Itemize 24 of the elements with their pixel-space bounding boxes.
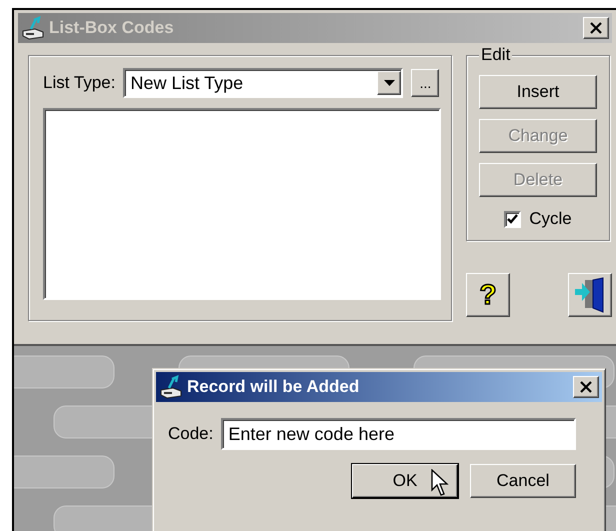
app-icon — [21, 16, 45, 40]
list-type-dropdown[interactable]: New List Type — [123, 68, 404, 98]
close-icon — [580, 381, 592, 393]
app-icon — [159, 375, 183, 399]
browse-button[interactable]: ... — [411, 69, 440, 97]
close-button[interactable] — [583, 17, 609, 39]
exit-button[interactable] — [568, 273, 612, 317]
dropdown-value: New List Type — [130, 72, 244, 94]
mouse-cursor-icon — [431, 469, 449, 497]
code-label: Code: — [168, 424, 214, 444]
edit-action-button[interactable]: Insert — [479, 75, 597, 109]
dialog-button[interactable]: Cancel — [470, 464, 576, 498]
dialog-button[interactable]: OK — [352, 464, 458, 498]
close-icon — [590, 22, 602, 34]
code-input[interactable]: Enter new code here — [221, 418, 576, 450]
cycle-checkbox[interactable] — [504, 210, 522, 228]
close-button[interactable] — [573, 376, 599, 398]
list-type-label: List Type: — [43, 73, 116, 93]
caret-icon — [384, 80, 395, 86]
codes-list[interactable] — [43, 108, 441, 300]
window-title: List-Box Codes — [49, 18, 175, 38]
dropdown-button[interactable] — [377, 71, 402, 95]
cycle-label: Cycle — [529, 209, 572, 229]
dialog-title: Record will be Added — [187, 377, 360, 397]
